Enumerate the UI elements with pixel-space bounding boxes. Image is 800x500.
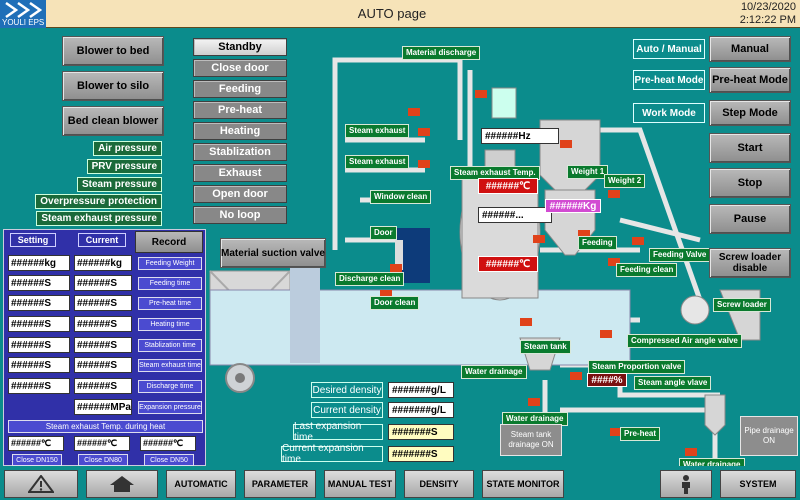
desired-density-label: Desired density [311,382,383,398]
user-icon [682,475,690,494]
current-feeding-time: ######S [74,275,132,291]
label-discharge-clean: Discharge clean [335,272,405,286]
current-header: Current [78,233,126,247]
step-mode-button[interactable]: Step Mode [709,100,791,126]
label-feeding-valve: Feeding Valve [649,248,711,262]
temp-dn80: ######℃ [74,436,130,451]
current-heating-time: ######S [74,316,132,332]
steam-exhaust-temp-heat-label: Steam exhaust Temp. during heat [8,420,203,433]
current-expansion-time-value: #######S [388,446,454,462]
label-compressed-air-angle-valve: Compressed Air angle valve [627,334,742,348]
close-dn80-button[interactable]: Close DN80 [78,454,128,466]
current-feeding-weight: ######kg [74,255,132,271]
pipe-drainage-status[interactable]: Pipe drainage ON [740,416,798,456]
alarm-icon [28,475,54,493]
setting-preheat-time-input[interactable]: ######S [8,295,70,311]
label-feeding-clean: Feeding clean [616,263,678,277]
nav-automatic[interactable]: AUTOMATIC [166,470,236,498]
label-heating-time: Heating time [138,318,202,331]
label-window-clean: Window clean [370,190,432,204]
current-steam-exhaust-time: ######S [74,357,132,373]
current-expansion-time-label: Current expansion time [281,443,383,465]
current-density-value: #######g/L [388,402,454,418]
auto-manual-label: Auto / Manual [633,39,705,59]
label-door: Door [370,226,397,240]
steam-tank-drainage-status[interactable]: Steam tank drainage ON [500,424,562,456]
label-weight-2: Weight 2 [604,174,646,188]
temp-readout-1: ######℃ [478,178,538,194]
label-expansion-pressure: Expansion pressure [138,401,202,414]
record-button[interactable]: Record [135,231,203,253]
current-discharge-time: ######S [74,378,132,394]
current-density-label: Current density [311,402,383,418]
setting-discharge-time-input[interactable]: ######S [8,378,70,394]
home-icon [110,476,134,492]
label-feeding-time: Feeding time [138,277,202,290]
setting-feeding-time-input[interactable]: ######S [8,275,70,291]
temp-dn50: ######℃ [140,436,196,451]
pause-button[interactable]: Pause [709,204,791,234]
label-steam-tank: Steam tank [520,340,571,354]
setting-heating-time-input[interactable]: ######S [8,316,70,332]
label-weight-1: Weight 1 [567,165,609,179]
alarm-button[interactable] [4,470,78,498]
setting-feeding-weight-input[interactable]: ######kg [8,255,70,271]
screw-loader-disable-button[interactable]: Screw loader disable [709,248,791,278]
weight-readout: ######Kg [545,199,601,213]
current-expansion-pressure: ######MPa [74,399,132,415]
preheat-mode-button[interactable]: Pre-heat Mode [709,67,791,93]
temp-dn150: ######℃ [8,436,64,451]
current-preheat-time: ######S [74,295,132,311]
label-material-discharge: Material discharge [402,46,481,60]
desired-density-input[interactable]: #######g/L [388,382,454,398]
user-button[interactable] [660,470,712,498]
manual-button[interactable]: Manual [709,36,791,62]
close-dn150-button[interactable]: Close DN150 [12,454,62,466]
label-discharge-time: Discharge time [138,380,202,393]
label-screw-loader: Screw loader [713,298,771,312]
label-pre-heat: Pre-heat [620,427,661,441]
label-door-clean: Door clean [370,296,420,310]
label-feeding: Feeding [578,236,617,250]
temp-readout-2: ######℃ [478,256,538,272]
work-mode-label: Work Mode [633,103,705,123]
home-button[interactable] [86,470,158,498]
label-steam-angle-valve: Steam angle vlave [634,376,712,390]
last-expansion-time-value: #######S [388,424,454,440]
current-stablization-time: ######S [74,337,132,353]
label-steam-proportion-valve: Steam Proportion valve [588,360,686,374]
label-steam-exhaust-1: Steam exhaust [345,124,410,138]
label-steam-exhaust-time: Steam exhaust time [138,359,202,372]
nav-state-monitor[interactable]: STATE MONITOR [482,470,564,498]
hz-readout: ######Hz [481,128,559,144]
nav-manual-test[interactable]: MANUAL TEST [324,470,396,498]
label-feeding-weight: Feeding Weight [138,257,202,270]
mid-readout: ######... [478,207,552,223]
preheat-mode-label: Pre-heat Mode [633,70,705,90]
setting-stablization-time-input[interactable]: ######S [8,337,70,353]
close-dn50-button[interactable]: Close DN50 [144,454,194,466]
label-steam-exhaust-2: Steam exhaust [345,155,410,169]
setting-header: Setting [10,233,56,247]
nav-density[interactable]: DENSITY [404,470,474,498]
last-expansion-time-label: Last expansion time [293,421,383,443]
nav-system[interactable]: SYSTEM [720,470,796,498]
nav-parameter[interactable]: PARAMETER [244,470,316,498]
label-preheat-time: Pre-heat time [138,297,202,310]
label-stablization-time: Stablization time [138,339,202,352]
start-button[interactable]: Start [709,133,791,163]
stop-button[interactable]: Stop [709,168,791,198]
setting-steam-exhaust-time-input[interactable]: ######S [8,357,70,373]
label-water-drainage-1: Water drainage [461,365,527,379]
proportion-percent-readout: ####% [587,373,627,387]
